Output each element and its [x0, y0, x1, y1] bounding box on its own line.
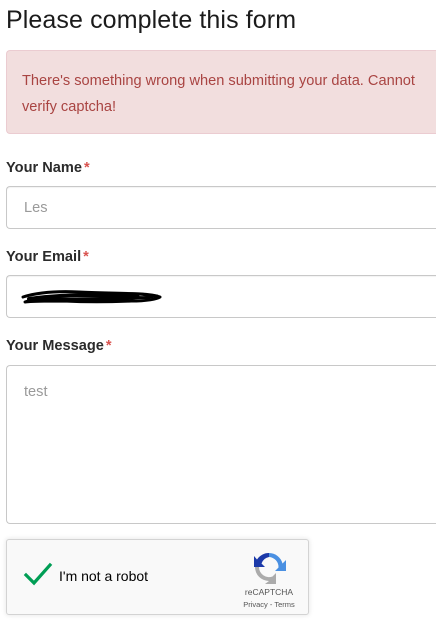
- required-marker: *: [83, 249, 89, 265]
- email-field[interactable]: [6, 275, 436, 318]
- name-field[interactable]: Les: [6, 186, 436, 229]
- page-title: Please complete this form: [6, 6, 297, 34]
- name-label-text: Your Name: [6, 160, 82, 176]
- recaptcha-logo-icon: [254, 552, 286, 584]
- message-textarea-value: test: [24, 384, 48, 400]
- privacy-link[interactable]: Privacy: [243, 600, 268, 609]
- recaptcha-brand: reCAPTCHA: [244, 587, 294, 597]
- recaptcha-widget: I'm not a robot reCAPTCHA Privacy - Term…: [6, 539, 309, 615]
- name-field-value: Les: [24, 199, 48, 216]
- required-marker: *: [105, 338, 112, 354]
- recaptcha-label: I'm not a robot: [59, 568, 149, 584]
- redaction-scribble: [21, 290, 162, 304]
- error-alert: There's something wrong when submitting …: [6, 50, 436, 134]
- required-marker: *: [83, 160, 90, 176]
- message-label: Your Message *: [6, 338, 112, 354]
- email-label: Your Email *: [6, 249, 89, 265]
- message-label-text: Your Message: [6, 338, 104, 354]
- terms-link[interactable]: Terms: [274, 600, 294, 609]
- recaptcha-links: Privacy - Terms: [229, 600, 309, 609]
- email-label-text: Your Email: [6, 249, 82, 265]
- name-label: Your Name *: [6, 160, 90, 176]
- checkmark-icon[interactable]: [23, 561, 53, 587]
- message-textarea[interactable]: test: [6, 365, 436, 524]
- error-message: There's something wrong when submitting …: [22, 73, 415, 115]
